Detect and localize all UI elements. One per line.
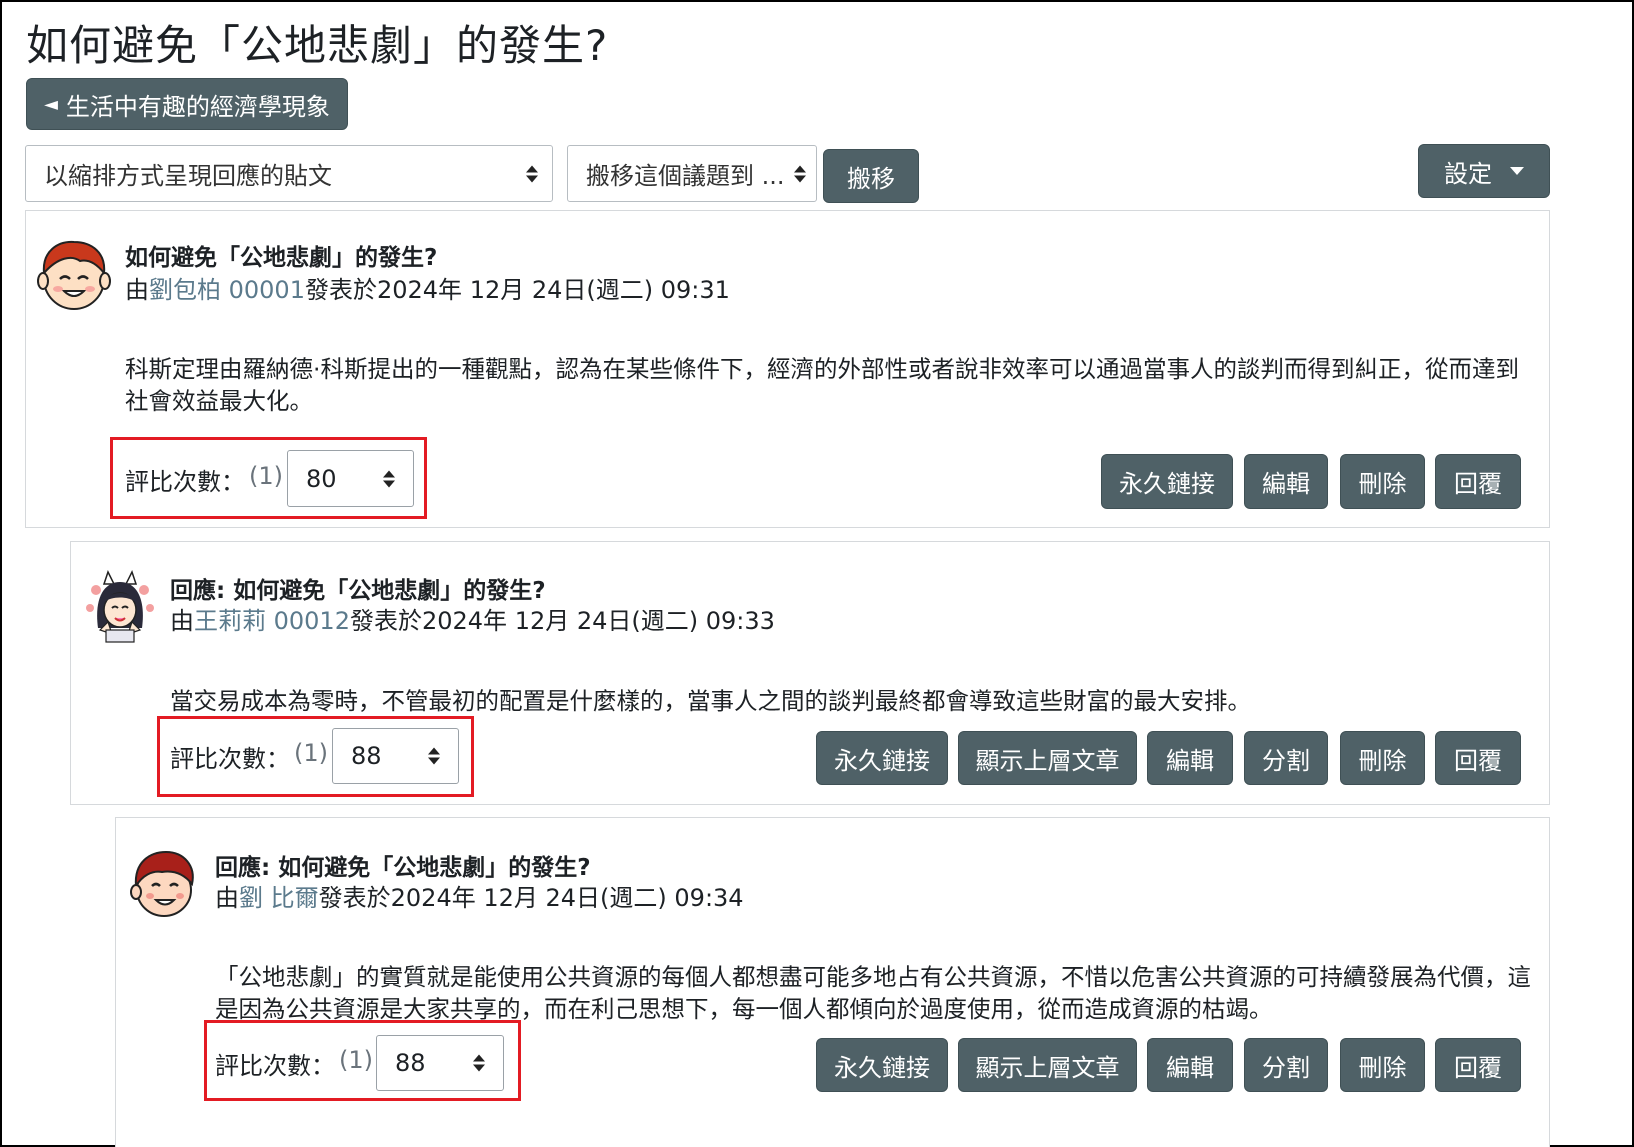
post-meta: 由劉 比爾發表於2024年 12月 24日(週二) 09:34 bbox=[215, 878, 744, 913]
move-select-value: 搬移這個議題到 ... bbox=[586, 162, 785, 190]
edit-label: 編輯 bbox=[1166, 746, 1214, 775]
back-button-label: 生活中有趣的經濟學現象 bbox=[65, 92, 330, 121]
rating-value: 88 bbox=[351, 742, 382, 770]
edit-button[interactable]: 編輯 bbox=[1244, 454, 1328, 509]
edit-label: 編輯 bbox=[1166, 1053, 1214, 1082]
move-button[interactable]: 搬移 bbox=[823, 149, 919, 203]
split-button[interactable]: 分割 bbox=[1244, 1038, 1328, 1092]
select-arrows-icon bbox=[794, 165, 806, 182]
settings-button[interactable]: 設定 bbox=[1418, 144, 1550, 198]
permalink-label: 永久鏈接 bbox=[834, 1053, 930, 1082]
reply-label: 回覆 bbox=[1454, 1053, 1502, 1082]
permalink-button[interactable]: 永久鏈接 bbox=[1101, 454, 1233, 509]
show-parent-label: 顯示上層文章 bbox=[975, 746, 1120, 775]
reply-label: 回覆 bbox=[1454, 470, 1502, 498]
post-meta: 由王莉莉 00012發表於2024年 12月 24日(週二) 09:33 bbox=[170, 601, 775, 636]
permalink-label: 永久鏈接 bbox=[834, 746, 930, 775]
author-link[interactable]: 劉包柏 00001 bbox=[149, 276, 305, 304]
meta-prefix: 由 bbox=[125, 276, 149, 304]
split-button[interactable]: 分割 bbox=[1244, 731, 1328, 785]
post-meta: 由劉包柏 00001發表於2024年 12月 24日(週二) 09:31 bbox=[125, 270, 730, 305]
meta-prefix: 由 bbox=[170, 607, 194, 635]
post-title: 回應: 如何避免「公地悲劇」的發生? bbox=[215, 855, 591, 881]
avatar-girl-icon bbox=[86, 570, 154, 643]
delete-label: 刪除 bbox=[1358, 1053, 1407, 1082]
rating-count: (1) bbox=[294, 739, 328, 767]
rating-select[interactable]: 80 bbox=[287, 450, 414, 507]
avatar-man-icon bbox=[130, 850, 194, 917]
permalink-label: 永久鏈接 bbox=[1119, 470, 1215, 498]
avatar-boy-icon bbox=[37, 240, 111, 310]
caret-down-icon bbox=[1510, 167, 1524, 175]
delete-label: 刪除 bbox=[1358, 746, 1407, 775]
page-title: 如何避免「公地悲劇」的發生? bbox=[26, 21, 609, 70]
back-to-forum-button[interactable]: ◄ 生活中有趣的經濟學現象 bbox=[26, 78, 348, 130]
delete-button[interactable]: 刪除 bbox=[1340, 454, 1425, 509]
select-arrows-icon bbox=[383, 470, 395, 487]
back-arrow-icon: ◄ bbox=[44, 93, 58, 115]
select-arrows-icon bbox=[473, 1054, 485, 1072]
meta-prefix: 由 bbox=[215, 884, 239, 912]
post-body: 科斯定理由羅納德·科斯提出的一種觀點，認為在某些條件下，經濟的外部性或者說非效率… bbox=[125, 355, 1519, 415]
rating-select[interactable]: 88 bbox=[376, 1035, 504, 1091]
post-title: 如何避免「公地悲劇」的發生? bbox=[125, 245, 438, 271]
display-mode-value: 以縮排方式呈現回應的貼文 bbox=[44, 162, 332, 190]
rating-count: (1) bbox=[249, 462, 283, 490]
show-parent-button[interactable]: 顯示上層文章 bbox=[958, 731, 1137, 785]
reply-button[interactable]: 回覆 bbox=[1435, 1038, 1521, 1092]
post-body: 當交易成本為零時，不管最初的配置是什麼樣的，當事人之間的談判最終都會導致這些財富… bbox=[170, 687, 1251, 715]
show-parent-button[interactable]: 顯示上層文章 bbox=[958, 1038, 1137, 1092]
meta-date: 發表於2024年 12月 24日(週二) 09:34 bbox=[318, 884, 744, 912]
author-link[interactable]: 劉 比爾 bbox=[239, 884, 319, 912]
meta-date: 發表於2024年 12月 24日(週二) 09:33 bbox=[349, 607, 775, 635]
select-arrows-icon bbox=[428, 747, 440, 765]
post-title: 回應: 如何避免「公地悲劇」的發生? bbox=[170, 578, 546, 604]
permalink-button[interactable]: 永久鏈接 bbox=[816, 1038, 948, 1092]
edit-button[interactable]: 編輯 bbox=[1147, 731, 1233, 785]
settings-button-label: 設定 bbox=[1444, 159, 1492, 188]
rating-label: 評比次數： bbox=[215, 1052, 335, 1080]
rating-select[interactable]: 88 bbox=[332, 728, 459, 784]
delete-button[interactable]: 刪除 bbox=[1340, 731, 1425, 785]
edit-label: 編輯 bbox=[1262, 470, 1310, 498]
post-body: 「公地悲劇」的實質就是能使用公共資源的每個人都想盡可能多地占有公共資源，不惜以危… bbox=[215, 963, 1531, 1023]
edit-button[interactable]: 編輯 bbox=[1147, 1038, 1233, 1092]
split-label: 分割 bbox=[1262, 746, 1310, 775]
select-arrows-icon bbox=[526, 165, 538, 182]
show-parent-label: 顯示上層文章 bbox=[975, 1053, 1120, 1082]
rating-label: 評比次數： bbox=[125, 468, 245, 496]
rating-value: 88 bbox=[395, 1049, 426, 1077]
rating-value: 80 bbox=[306, 464, 337, 493]
rating-label: 評比次數： bbox=[170, 745, 290, 773]
display-mode-select[interactable]: 以縮排方式呈現回應的貼文 bbox=[25, 145, 553, 202]
delete-button[interactable]: 刪除 bbox=[1340, 1038, 1425, 1092]
move-discussion-select[interactable]: 搬移這個議題到 ... bbox=[567, 145, 817, 202]
reply-button[interactable]: 回覆 bbox=[1435, 731, 1521, 785]
rating-count: (1) bbox=[339, 1046, 373, 1074]
reply-button[interactable]: 回覆 bbox=[1435, 454, 1521, 509]
delete-label: 刪除 bbox=[1358, 470, 1407, 498]
meta-date: 發表於2024年 12月 24日(週二) 09:31 bbox=[304, 276, 730, 304]
move-button-label: 搬移 bbox=[847, 164, 895, 193]
split-label: 分割 bbox=[1262, 1053, 1310, 1082]
author-link[interactable]: 王莉莉 00012 bbox=[194, 607, 350, 635]
permalink-button[interactable]: 永久鏈接 bbox=[816, 731, 948, 785]
reply-label: 回覆 bbox=[1454, 746, 1502, 775]
